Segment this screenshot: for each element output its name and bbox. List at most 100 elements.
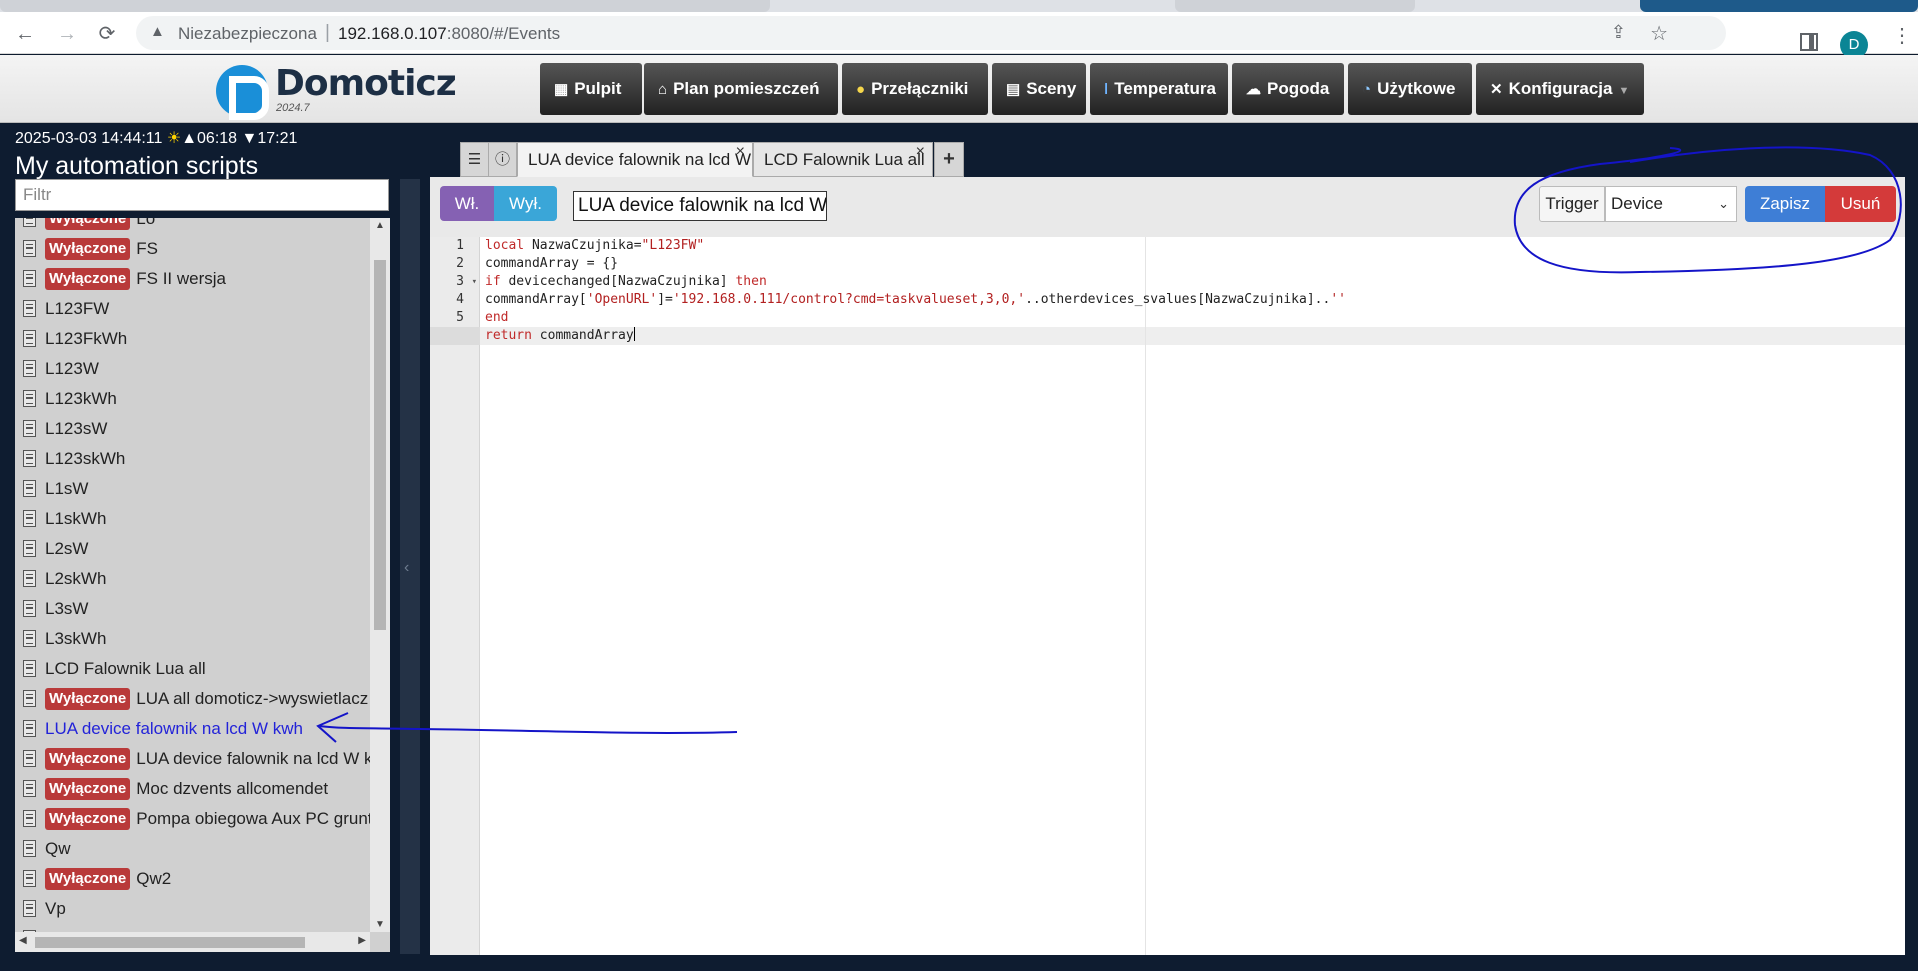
list-item[interactable]: L3skWh: [15, 624, 370, 654]
editor-toolbar: Wł. Wył. Trigger Device ⌄ Zapisz Usuń: [430, 177, 1905, 237]
logo-name[interactable]: Domoticz: [275, 63, 457, 104]
current-datetime: 2025-03-03 14:44:11: [15, 130, 163, 147]
info-icon[interactable]: ⓘ: [488, 142, 517, 177]
save-button[interactable]: Zapisz: [1745, 186, 1825, 222]
nav-scenes-button[interactable]: ▤ Sceny: [992, 63, 1086, 115]
delete-button[interactable]: Usuń: [1825, 186, 1896, 222]
back-arrow-icon[interactable]: ←: [12, 21, 38, 47]
fold-arrow-icon[interactable]: ▾: [472, 273, 477, 291]
list-item[interactable]: L3sW: [15, 594, 370, 624]
nav-utility-button[interactable]: ◔ Użytkowe: [1348, 63, 1472, 115]
nav-label: Pogoda: [1267, 79, 1330, 98]
add-tab-button[interactable]: +: [934, 142, 964, 177]
close-icon[interactable]: ×: [916, 135, 925, 168]
vertical-scrollbar[interactable]: ▲ ▼: [370, 218, 390, 932]
document-icon: [23, 360, 36, 377]
scrollbar-thumb[interactable]: [35, 937, 305, 948]
browser-tab[interactable]: [1175, 0, 1415, 12]
browser-tab[interactable]: [0, 0, 770, 12]
line-number: 4: [430, 291, 479, 309]
url-omnibox[interactable]: ▲ Niezabezpieczona | 192.168.0.107:8080/…: [136, 16, 1726, 50]
list-item[interactable]: Wyłączone FS II wersja: [15, 264, 370, 294]
list-item[interactable]: Wyłączone Lo: [15, 218, 370, 234]
disabled-badge: Wyłączone: [45, 268, 131, 290]
browser-menu-icon[interactable]: ⋮: [1892, 26, 1912, 46]
disabled-badge: Wyłączone: [45, 688, 131, 710]
share-icon[interactable]: ⇪: [1611, 22, 1626, 43]
filter-input[interactable]: [15, 179, 389, 211]
script-name-input[interactable]: [573, 191, 827, 221]
code-editor[interactable]: 123▾456 local NazwaCzujnika="L123FW" com…: [430, 237, 1905, 955]
list-item[interactable]: Qw: [15, 834, 370, 864]
gauge-icon: ◔: [1362, 81, 1372, 98]
document-icon: [23, 870, 36, 887]
list-item[interactable]: L2sW: [15, 534, 370, 564]
line-number: 3 ▾: [430, 273, 479, 291]
nav-plan-button[interactable]: ⌂ Plan pomieszczeń: [644, 63, 838, 115]
nav-weather-button[interactable]: ☁ Pogoda: [1232, 63, 1344, 115]
scroll-left-icon[interactable]: ◀: [19, 935, 27, 946]
side-panel-icon[interactable]: [1800, 33, 1818, 51]
list-item[interactable]: L1sW: [15, 474, 370, 504]
code-line[interactable]: end: [485, 309, 1346, 327]
panel-splitter[interactable]: ‹: [400, 179, 420, 954]
list-item[interactable]: Wyłączone FS: [15, 234, 370, 264]
list-item[interactable]: L123FW: [15, 294, 370, 324]
browser-tab-strip: [0, 0, 1918, 12]
disable-button[interactable]: Wył.: [494, 186, 557, 221]
enable-button[interactable]: Wł.: [440, 186, 494, 221]
close-icon[interactable]: ×: [736, 135, 745, 168]
list-item[interactable]: LCD Falownik Lua all: [15, 654, 370, 684]
nav-pulpit-button[interactable]: ▦ Pulpit: [540, 63, 642, 115]
tab-script-active[interactable]: LUA device falownik na lcd W kwh ×: [517, 142, 786, 177]
list-item[interactable]: Vp: [15, 894, 370, 924]
list-item[interactable]: L123kWh: [15, 384, 370, 414]
reload-icon[interactable]: ⟳: [94, 21, 120, 47]
horizontal-scrollbar[interactable]: ◀ ▶: [15, 932, 370, 952]
code-line[interactable]: if devicechanged[NazwaCzujnika] then: [485, 273, 1346, 291]
bookmark-star-icon[interactable]: ☆: [1650, 21, 1668, 46]
scroll-down-icon[interactable]: ▼: [375, 919, 385, 930]
trigger-select[interactable]: Device ⌄: [1605, 186, 1737, 222]
code-line[interactable]: return commandArray: [485, 327, 1346, 345]
list-menu-icon[interactable]: ☰: [460, 142, 489, 177]
list-item[interactable]: Wyłączone Moc dzvents allcomendet: [15, 774, 370, 804]
list-item[interactable]: Wyłączone LUA device falownik na lcd W kw…: [15, 744, 370, 774]
code-line[interactable]: local NazwaCzujnika="L123FW": [485, 237, 1346, 255]
collapse-arrow-icon[interactable]: ‹: [404, 559, 409, 577]
list-item[interactable]: L123W: [15, 354, 370, 384]
scrollbar-thumb[interactable]: [374, 260, 386, 630]
document-icon: [23, 660, 36, 677]
code-line[interactable]: commandArray = {}: [485, 255, 1346, 273]
list-item[interactable]: L1skWh: [15, 504, 370, 534]
scroll-right-icon[interactable]: ▶: [358, 935, 366, 946]
nav-temperature-button[interactable]: ǀ Temperatura: [1090, 63, 1228, 115]
forward-arrow-icon[interactable]: →: [54, 21, 80, 47]
document-icon: [23, 540, 36, 557]
list-item[interactable]: Wyłączone LUA all domoticz->wyswietlacz: [15, 684, 370, 714]
nav-switches-button[interactable]: ● Przełączniki: [842, 63, 988, 115]
dashboard-icon: ▦: [554, 81, 569, 98]
disabled-badge: Wyłączone: [45, 218, 131, 230]
tab-script[interactable]: LCD Falownik Lua all ×: [753, 142, 933, 177]
scroll-up-icon[interactable]: ▲: [375, 220, 385, 231]
lightbulb-icon: ●: [856, 81, 866, 98]
domoticz-logo-icon[interactable]: [216, 65, 269, 120]
list-item[interactable]: Wyłączone Qw2: [15, 864, 370, 894]
list-item[interactable]: L123skWh: [15, 444, 370, 474]
document-icon: [23, 690, 36, 707]
list-item[interactable]: L123FkWh: [15, 324, 370, 354]
nav-config-button[interactable]: ✕ Konfiguracja ▼: [1476, 63, 1644, 115]
list-item[interactable]: L123sW: [15, 414, 370, 444]
list-item[interactable]: LUA device falownik na lcd W kwh: [15, 714, 370, 744]
list-item[interactable]: Wyłączone Pompa obiegowa Aux PC grunt: [15, 804, 370, 834]
chevron-down-icon: ⌄: [1718, 196, 1729, 211]
browser-tab[interactable]: [1640, 0, 1918, 12]
list-item-label: LCD Falownik Lua all: [45, 659, 206, 678]
document-icon: [23, 450, 36, 467]
cloud-icon: ☁: [1246, 81, 1261, 98]
list-item[interactable]: L2skWh: [15, 564, 370, 594]
code-content[interactable]: local NazwaCzujnika="L123FW" commandArra…: [485, 237, 1346, 345]
code-line[interactable]: commandArray['OpenURL']='192.168.0.111/c…: [485, 291, 1346, 309]
nav-label: Konfiguracja: [1508, 79, 1613, 98]
